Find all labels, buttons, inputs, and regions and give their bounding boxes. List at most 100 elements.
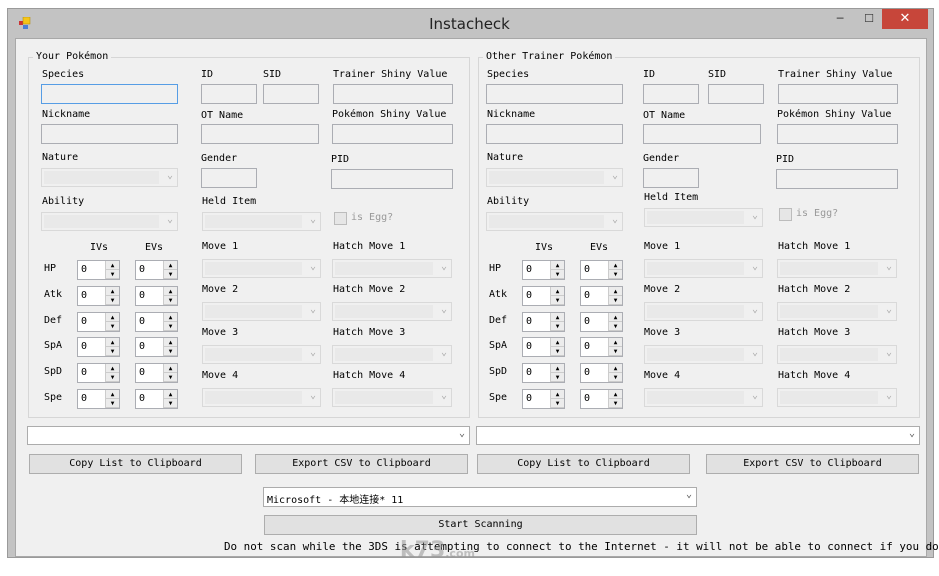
other-ability-select[interactable]: ⌄ xyxy=(486,212,623,231)
spin-down-icon[interactable]: ▼ xyxy=(164,399,177,408)
your-ev-stepper[interactable]: 0 ▲ ▼ xyxy=(135,260,178,280)
your-hatch-move-select[interactable]: ⌄ xyxy=(332,388,452,407)
other-ev-stepper[interactable]: 0 ▲ ▼ xyxy=(580,337,623,358)
other-ev-stepper[interactable]: 0 ▲ ▼ xyxy=(580,285,623,306)
your-iv-stepper[interactable]: 0 ▲ ▼ xyxy=(77,389,120,409)
other-move-select[interactable]: ⌄ xyxy=(644,302,763,321)
other-move-select[interactable]: ⌄ xyxy=(644,259,763,278)
spin-up-icon[interactable]: ▲ xyxy=(164,286,177,296)
spin-down-icon[interactable]: ▼ xyxy=(551,295,564,305)
spin-up-icon[interactable]: ▲ xyxy=(609,390,622,399)
your-iv-stepper[interactable]: 0 ▲ ▼ xyxy=(77,363,120,384)
spin-up-icon[interactable]: ▲ xyxy=(551,261,564,270)
spin-down-icon[interactable]: ▼ xyxy=(106,295,119,305)
your-id-input[interactable] xyxy=(201,84,257,104)
spin-up-icon[interactable]: ▲ xyxy=(609,261,622,270)
spin-up-icon[interactable]: ▲ xyxy=(609,286,622,296)
other-hatch-move-select[interactable]: ⌄ xyxy=(777,388,897,407)
your-gender-input[interactable] xyxy=(201,168,257,188)
your-move-select[interactable]: ⌄ xyxy=(202,302,321,321)
your-pid-input[interactable] xyxy=(331,169,453,189)
network-adapter-select[interactable]: Microsoft - 本地连接* 11 ⌄ xyxy=(263,487,697,507)
spin-down-icon[interactable]: ▼ xyxy=(609,270,622,279)
your-move-select[interactable]: ⌄ xyxy=(202,388,321,407)
maximize-button[interactable]: ☐ xyxy=(856,9,882,29)
spin-up-icon[interactable]: ▲ xyxy=(164,338,177,348)
spin-up-icon[interactable]: ▲ xyxy=(106,312,119,322)
other-trainer-shiny-input[interactable] xyxy=(778,84,898,104)
other-ev-stepper[interactable]: 0 ▲ ▼ xyxy=(580,389,623,409)
other-is-egg-checkbox[interactable] xyxy=(779,208,792,221)
other-move-select[interactable]: ⌄ xyxy=(644,345,763,364)
spin-down-icon[interactable]: ▼ xyxy=(551,373,564,383)
other-iv-stepper[interactable]: 0 ▲ ▼ xyxy=(522,260,565,280)
spin-up-icon[interactable]: ▲ xyxy=(609,338,622,348)
spin-down-icon[interactable]: ▼ xyxy=(164,295,177,305)
other-iv-stepper[interactable]: 0 ▲ ▼ xyxy=(522,363,565,384)
your-species-input[interactable] xyxy=(41,84,178,104)
other-held-item-select[interactable]: ⌄ xyxy=(644,208,763,227)
spin-up-icon[interactable]: ▲ xyxy=(551,312,564,322)
your-sid-input[interactable] xyxy=(263,84,319,104)
spin-up-icon[interactable]: ▲ xyxy=(609,364,622,374)
your-iv-stepper[interactable]: 0 ▲ ▼ xyxy=(77,311,120,332)
your-iv-stepper[interactable]: 0 ▲ ▼ xyxy=(77,260,120,280)
spin-up-icon[interactable]: ▲ xyxy=(164,312,177,322)
other-pid-input[interactable] xyxy=(776,169,898,189)
spin-up-icon[interactable]: ▲ xyxy=(609,312,622,322)
spin-down-icon[interactable]: ▼ xyxy=(164,347,177,357)
spin-down-icon[interactable]: ▼ xyxy=(164,270,177,279)
export-csv-left-button[interactable]: Export CSV to Clipboard xyxy=(255,454,468,474)
other-iv-stepper[interactable]: 0 ▲ ▼ xyxy=(522,285,565,306)
other-pokemon-list[interactable]: ⌄ xyxy=(476,426,920,445)
your-hatch-move-select[interactable]: ⌄ xyxy=(332,259,452,278)
copy-list-right-button[interactable]: Copy List to Clipboard xyxy=(477,454,690,474)
other-ev-stepper[interactable]: 0 ▲ ▼ xyxy=(580,311,623,332)
spin-down-icon[interactable]: ▼ xyxy=(164,373,177,383)
other-iv-stepper[interactable]: 0 ▲ ▼ xyxy=(522,389,565,409)
spin-up-icon[interactable]: ▲ xyxy=(106,261,119,270)
start-scanning-button[interactable]: Start Scanning xyxy=(264,515,697,535)
spin-up-icon[interactable]: ▲ xyxy=(551,286,564,296)
your-is-egg-checkbox[interactable] xyxy=(334,212,347,225)
spin-down-icon[interactable]: ▼ xyxy=(551,321,564,331)
close-button[interactable]: ✕ xyxy=(882,9,928,29)
other-nature-select[interactable]: ⌄ xyxy=(486,168,623,187)
export-csv-right-button[interactable]: Export CSV to Clipboard xyxy=(706,454,919,474)
spin-up-icon[interactable]: ▲ xyxy=(164,390,177,399)
other-ev-stepper[interactable]: 0 ▲ ▼ xyxy=(580,260,623,280)
spin-up-icon[interactable]: ▲ xyxy=(106,390,119,399)
other-sid-input[interactable] xyxy=(708,84,764,104)
other-hatch-move-select[interactable]: ⌄ xyxy=(777,345,897,364)
spin-down-icon[interactable]: ▼ xyxy=(106,399,119,408)
spin-up-icon[interactable]: ▲ xyxy=(106,338,119,348)
spin-down-icon[interactable]: ▼ xyxy=(551,270,564,279)
spin-up-icon[interactable]: ▲ xyxy=(551,364,564,374)
other-hatch-move-select[interactable]: ⌄ xyxy=(777,259,897,278)
other-move-select[interactable]: ⌄ xyxy=(644,388,763,407)
spin-up-icon[interactable]: ▲ xyxy=(164,364,177,374)
spin-up-icon[interactable]: ▲ xyxy=(106,364,119,374)
your-move-select[interactable]: ⌄ xyxy=(202,345,321,364)
other-hatch-move-select[interactable]: ⌄ xyxy=(777,302,897,321)
your-ev-stepper[interactable]: 0 ▲ ▼ xyxy=(135,363,178,384)
other-ot-name-input[interactable] xyxy=(643,124,761,144)
spin-down-icon[interactable]: ▼ xyxy=(609,373,622,383)
spin-down-icon[interactable]: ▼ xyxy=(609,295,622,305)
copy-list-left-button[interactable]: Copy List to Clipboard xyxy=(29,454,242,474)
your-iv-stepper[interactable]: 0 ▲ ▼ xyxy=(77,285,120,306)
your-hatch-move-select[interactable]: ⌄ xyxy=(332,302,452,321)
spin-down-icon[interactable]: ▼ xyxy=(106,270,119,279)
your-nature-select[interactable]: ⌄ xyxy=(41,168,178,187)
spin-up-icon[interactable]: ▲ xyxy=(551,390,564,399)
spin-down-icon[interactable]: ▼ xyxy=(164,321,177,331)
other-id-input[interactable] xyxy=(643,84,699,104)
other-iv-stepper[interactable]: 0 ▲ ▼ xyxy=(522,337,565,358)
spin-down-icon[interactable]: ▼ xyxy=(551,347,564,357)
spin-up-icon[interactable]: ▲ xyxy=(106,286,119,296)
your-pokemon-list[interactable]: ⌄ xyxy=(27,426,470,445)
spin-down-icon[interactable]: ▼ xyxy=(106,321,119,331)
other-iv-stepper[interactable]: 0 ▲ ▼ xyxy=(522,311,565,332)
spin-down-icon[interactable]: ▼ xyxy=(609,347,622,357)
your-ev-stepper[interactable]: 0 ▲ ▼ xyxy=(135,337,178,358)
